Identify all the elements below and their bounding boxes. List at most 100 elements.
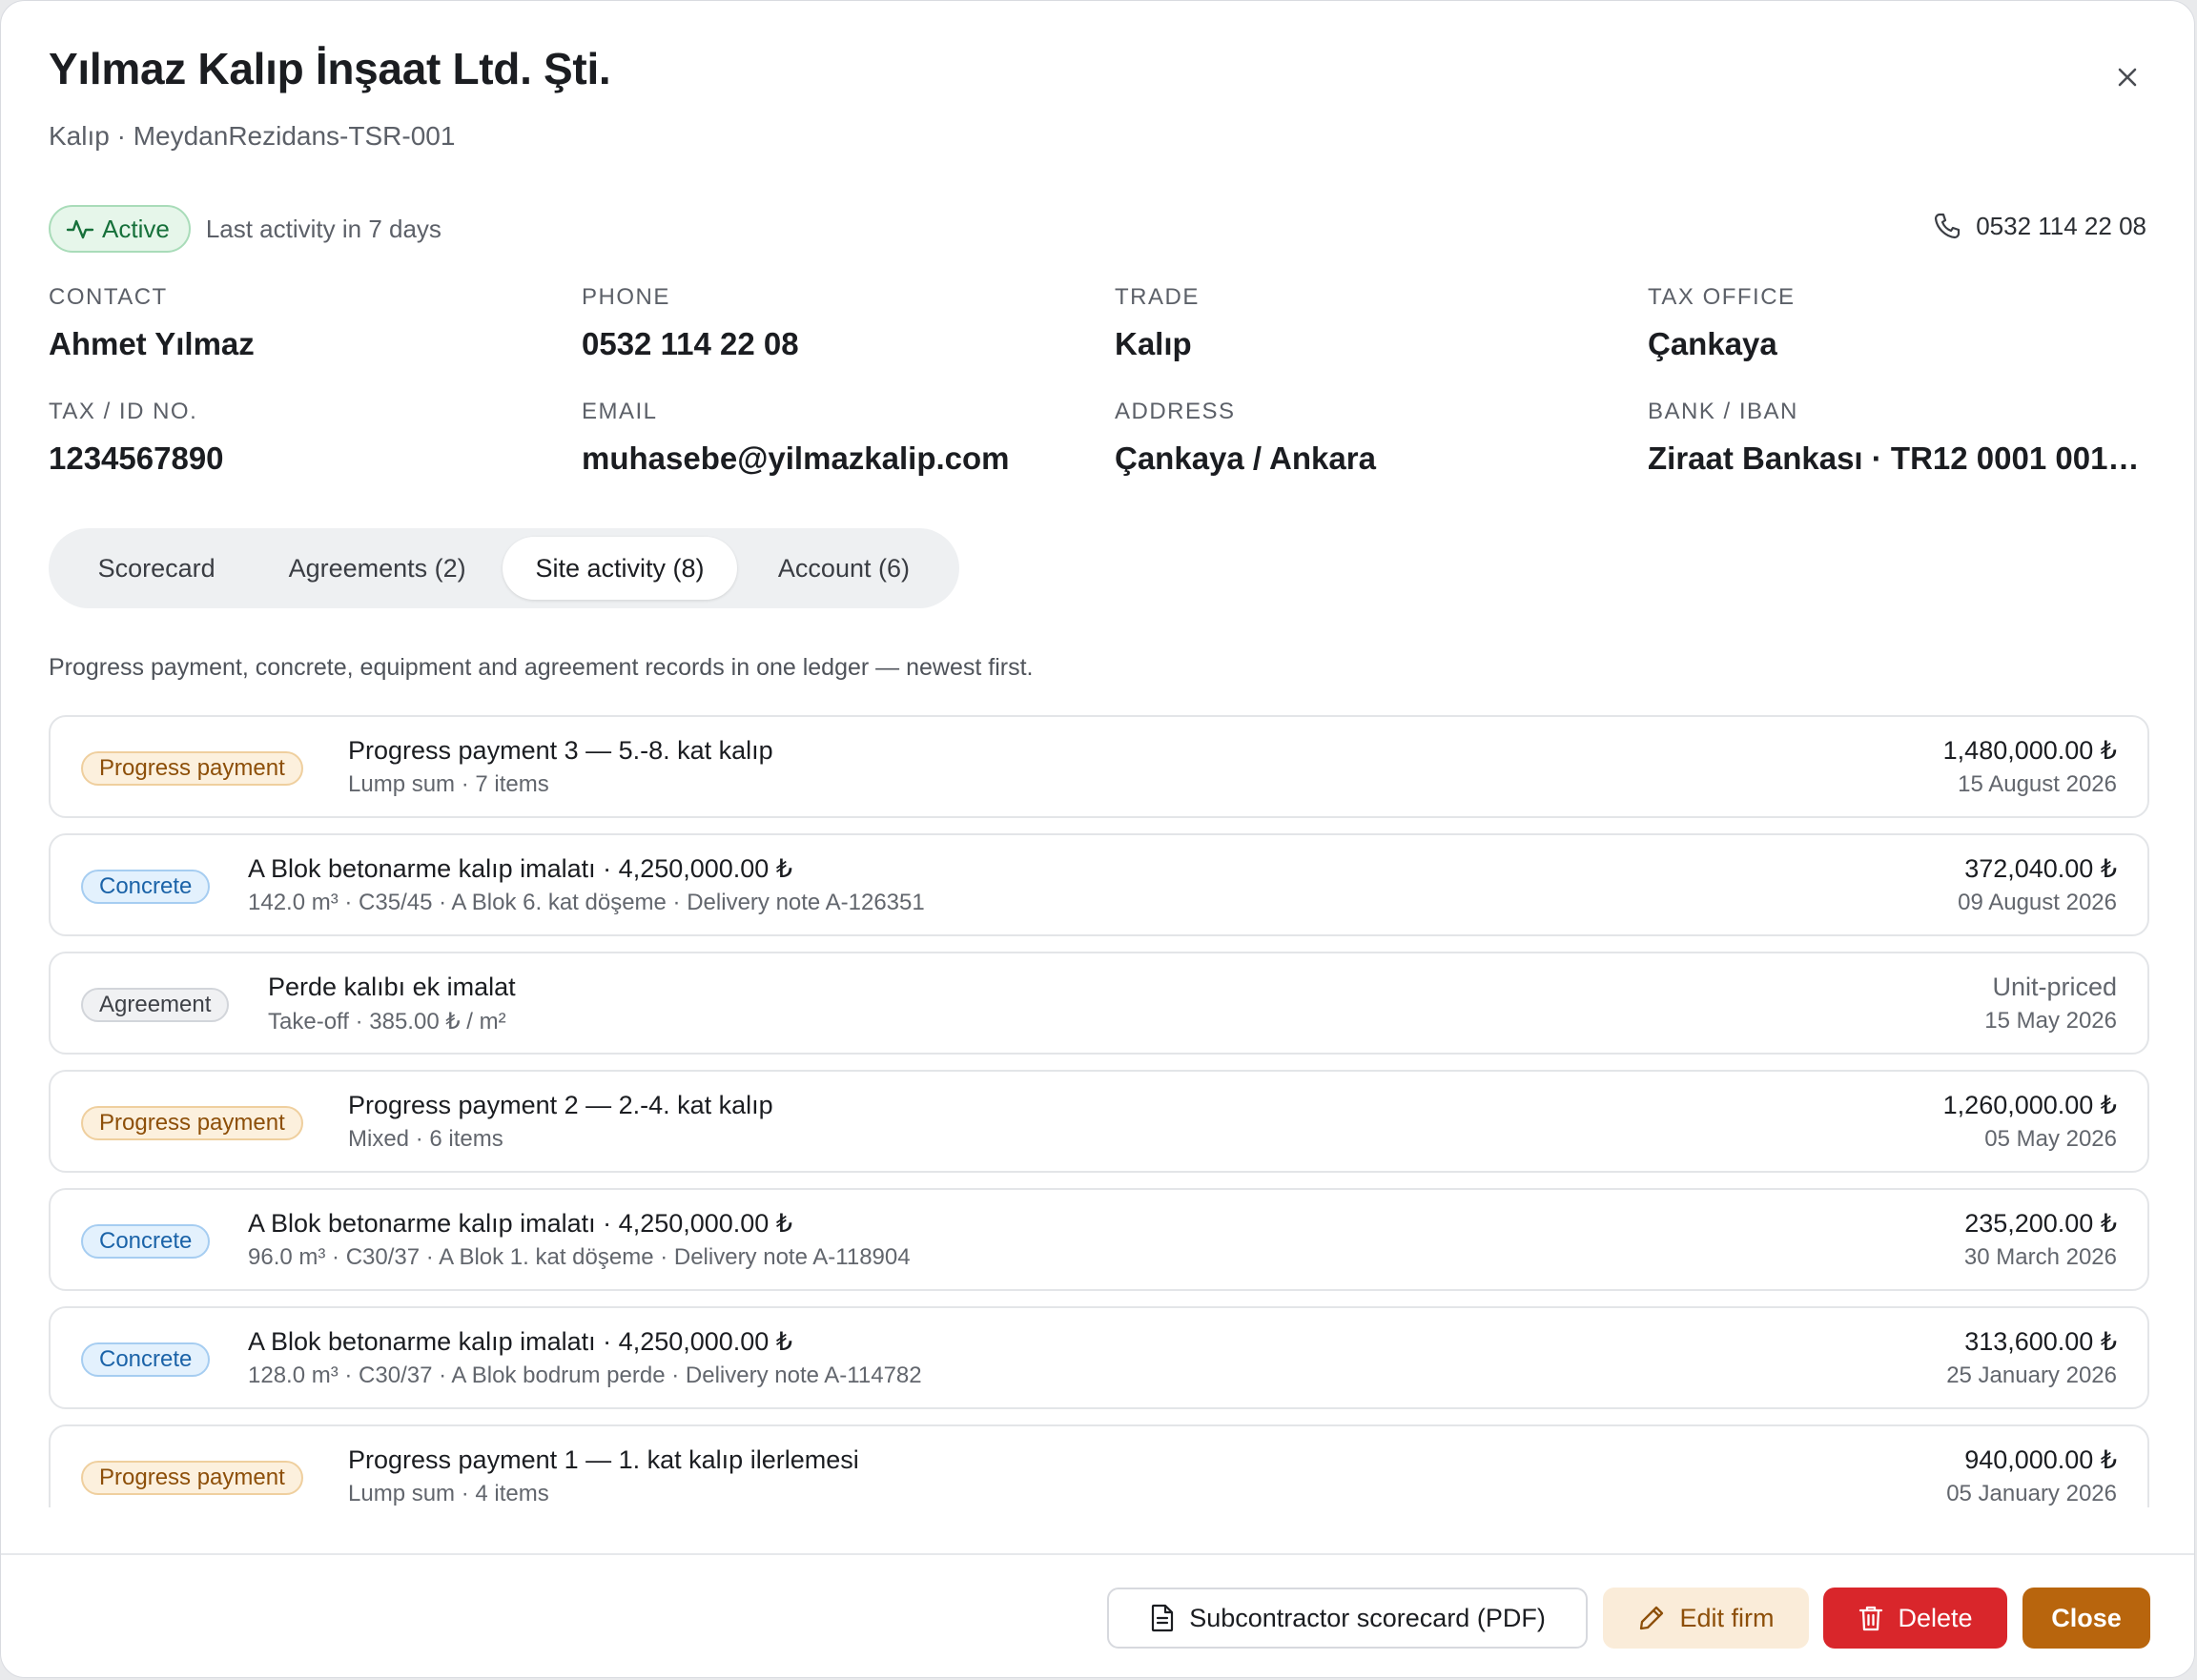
row-main: A Blok betonarme kalıp imalatı · 4,250,0… <box>248 854 925 916</box>
field-value: 0532 114 22 08 <box>582 326 799 361</box>
phone-number: 0532 114 22 08 <box>1976 211 2146 240</box>
ledger-description: Progress payment, concrete, equipment an… <box>49 654 1034 681</box>
row-right: 940,000.00 ₺ 05 January 2026 <box>1946 1445 2117 1507</box>
type-chip: Progress payment <box>81 1106 303 1140</box>
trash-icon <box>1858 1604 1884 1632</box>
field-label: BANK / IBAN <box>1648 399 1798 424</box>
row-subtitle: Mixed · 6 items <box>348 1126 503 1152</box>
phone-icon <box>1932 211 1962 241</box>
field-label: TAX OFFICE <box>1648 284 1796 310</box>
field-value: Ziraat Bankası · TR12 0001 0012 ... <box>1648 440 2150 476</box>
field-label: PHONE <box>582 284 670 310</box>
list-item[interactable]: Progress payment Progress payment 2 — 2.… <box>49 1070 2149 1173</box>
last-activity-text: Last activity in 7 days <box>205 214 441 243</box>
field-label: TAX / ID NO. <box>49 399 198 424</box>
field-label: EMAIL <box>582 399 658 424</box>
row-amount: 1,480,000.00 ₺ <box>1942 736 2117 765</box>
row-amount: Unit-priced <box>1992 973 2117 1001</box>
row-amount: 235,200.00 ₺ <box>1964 1209 2117 1238</box>
row-right: Unit-priced 15 May 2026 <box>1984 973 2117 1035</box>
field-value: Ahmet Yılmaz <box>49 326 255 361</box>
row-amount: 372,040.00 ₺ <box>1964 854 2117 883</box>
field-value: Çankaya <box>1648 326 1777 361</box>
row-subtitle: Lump sum · 4 items <box>348 1481 549 1506</box>
list-item[interactable]: Progress payment Progress payment 1 — 1.… <box>49 1424 2149 1507</box>
row-date: 15 August 2026 <box>1958 771 2117 797</box>
edit-firm-label: Edit firm <box>1679 1603 1775 1632</box>
field-tax-office: TAX OFFICE Çankaya <box>1648 284 2150 362</box>
list-item[interactable]: Progress payment Progress payment 3 — 5.… <box>49 715 2149 818</box>
row-main: A Blok betonarme kalıp imalatı · 4,250,0… <box>248 1209 911 1271</box>
row-date: 25 January 2026 <box>1946 1362 2117 1388</box>
phone-link[interactable]: 0532 114 22 08 <box>1932 211 2146 241</box>
pencil-icon <box>1637 1604 1666 1632</box>
document-icon <box>1149 1604 1176 1632</box>
row-main: Progress payment 3 — 5.-8. kat kalıp Lum… <box>348 736 773 798</box>
tab-agreements[interactable]: Agreements (2) <box>256 537 499 600</box>
field-phone: PHONE 0532 114 22 08 <box>582 284 1087 362</box>
edit-firm-button[interactable]: Edit firm <box>1603 1588 1809 1649</box>
status-row: Active Last activity in 7 days <box>49 204 441 254</box>
tab-scorecard[interactable]: Scorecard <box>57 537 256 600</box>
field-label: TRADE <box>1115 284 1200 310</box>
row-title: A Blok betonarme kalıp imalatı · 4,250,0… <box>248 1327 793 1356</box>
field-trade: TRADE Kalıp <box>1115 284 1620 362</box>
field-value: muhasebe@yilmazkalip.com <box>582 440 1010 476</box>
row-right: 235,200.00 ₺ 30 March 2026 <box>1964 1209 2117 1271</box>
list-item[interactable]: Concrete A Blok betonarme kalıp imalatı … <box>49 1188 2149 1291</box>
type-chip: Progress payment <box>81 751 303 786</box>
row-title: A Blok betonarme kalıp imalatı · 4,250,0… <box>248 854 793 883</box>
row-date: 05 May 2026 <box>1984 1126 2117 1152</box>
row-subtitle: 128.0 m³ · C30/37 · A Blok bodrum perde … <box>248 1362 922 1388</box>
close-button[interactable]: Close <box>2022 1588 2150 1649</box>
field-label: CONTACT <box>49 284 168 310</box>
row-title: A Blok betonarme kalıp imalatı · 4,250,0… <box>248 1209 793 1238</box>
row-date: 30 March 2026 <box>1963 1244 2117 1270</box>
row-right: 313,600.00 ₺ 25 January 2026 <box>1946 1327 2117 1389</box>
row-amount: 1,260,000.00 ₺ <box>1942 1091 2117 1119</box>
status-badge: Active <box>49 205 191 253</box>
row-title: Perde kalıbı ek imalat <box>268 973 516 1001</box>
type-chip: Progress payment <box>81 1461 303 1495</box>
activity-icon <box>66 215 94 243</box>
list-item[interactable]: Concrete A Blok betonarme kalıp imalatı … <box>49 833 2149 936</box>
row-main: Progress payment 1 — 1. kat kalıp ilerle… <box>348 1445 859 1507</box>
dialog-footer: Subcontractor scorecard (PDF) Edit firm <box>1 1553 2194 1677</box>
row-subtitle: 142.0 m³ · C35/45 · A Blok 6. kat döşeme… <box>248 890 925 915</box>
row-subtitle: Take-off · 385.00 ₺ / m² <box>268 1009 506 1035</box>
field-label: ADDRESS <box>1115 399 1236 424</box>
field-address: ADDRESS Çankaya / Ankara <box>1115 399 1620 477</box>
dialog-subtitle: Kalıp · MeydanRezidans-TSR-001 <box>49 121 456 151</box>
field-contact: CONTACT Ahmet Yılmaz <box>49 284 554 362</box>
list-item[interactable]: Concrete A Blok betonarme kalıp imalatı … <box>49 1306 2149 1409</box>
field-email: EMAIL muhasebe@yilmazkalip.com <box>582 399 1087 477</box>
row-date: 05 January 2026 <box>1946 1481 2117 1506</box>
type-chip: Concrete <box>81 1224 211 1259</box>
list-item[interactable]: Agreement Perde kalıbı ek imalat Take-of… <box>49 952 2149 1055</box>
row-title: Progress payment 2 — 2.-4. kat kalıp <box>348 1091 773 1119</box>
field-value: Kalıp <box>1115 326 1192 361</box>
row-main: Progress payment 2 — 2.-4. kat kalıp Mix… <box>348 1091 773 1153</box>
dialog-title: Yılmaz Kalıp İnşaat Ltd. Şti. <box>49 44 611 93</box>
row-main: A Blok betonarme kalıp imalatı · 4,250,0… <box>248 1327 922 1389</box>
row-amount: 313,600.00 ₺ <box>1964 1327 2117 1356</box>
type-chip: Concrete <box>81 870 211 904</box>
scorecard-pdf-button[interactable]: Subcontractor scorecard (PDF) <box>1107 1588 1588 1649</box>
tab-site-activity[interactable]: Site activity (8) <box>503 537 737 600</box>
row-date: 15 May 2026 <box>1984 1008 2117 1034</box>
row-subtitle: 96.0 m³ · C30/37 · A Blok 1. kat döşeme … <box>248 1244 911 1270</box>
delete-button[interactable]: Delete <box>1823 1588 2007 1649</box>
type-chip: Concrete <box>81 1342 211 1377</box>
delete-label: Delete <box>1898 1603 1973 1632</box>
close-icon[interactable] <box>2110 60 2145 94</box>
row-subtitle: Lump sum · 7 items <box>348 771 549 797</box>
tab-account[interactable]: Account (6) <box>737 537 951 600</box>
row-right: 1,260,000.00 ₺ 05 May 2026 <box>1943 1091 2117 1153</box>
row-title: Progress payment 1 — 1. kat kalıp ilerle… <box>348 1445 859 1474</box>
type-chip: Agreement <box>81 988 230 1022</box>
field-tax-id: TAX / ID NO. 1234567890 <box>49 399 554 477</box>
activity-list[interactable]: Progress payment Progress payment 3 — 5.… <box>49 715 2149 1507</box>
field-value: 1234567890 <box>49 440 224 476</box>
scorecard-pdf-label: Subcontractor scorecard (PDF) <box>1189 1603 1546 1632</box>
field-value: Çankaya / Ankara <box>1115 440 1376 476</box>
